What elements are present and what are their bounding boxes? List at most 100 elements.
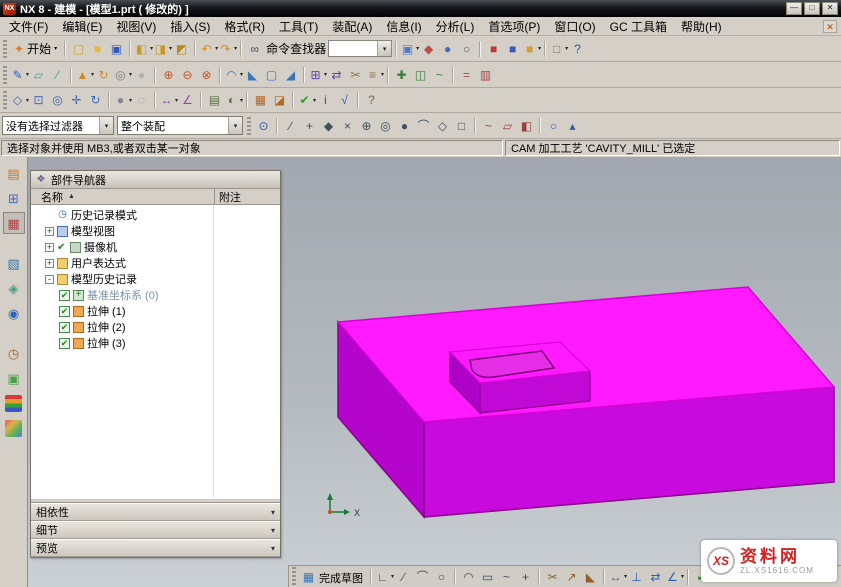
- hole-icon[interactable]: ◎▾: [113, 65, 132, 84]
- toolbar-grip[interactable]: [3, 66, 7, 84]
- help-icon[interactable]: ?: [568, 39, 587, 58]
- name-column-header[interactable]: 名称: [41, 189, 63, 205]
- menu-item[interactable]: 插入(S): [163, 16, 217, 37]
- line-icon[interactable]: ∕: [394, 567, 413, 586]
- process-studio-icon[interactable]: ▣: [3, 367, 25, 389]
- measure-distance-icon[interactable]: ↔▾: [159, 91, 178, 110]
- quick-extend-icon[interactable]: ↗: [562, 567, 581, 586]
- web-browser-icon[interactable]: ◉: [3, 302, 25, 324]
- dropdown-arrow-icon[interactable]: ▾: [377, 41, 391, 56]
- section-view-icon[interactable]: ◪: [270, 91, 289, 110]
- rotate-view-icon[interactable]: ↻: [86, 91, 105, 110]
- window-icon[interactable]: ▣▾: [400, 39, 419, 58]
- view-orient-icon[interactable]: ◆: [419, 39, 438, 58]
- feature-checkbox[interactable]: ✔: [59, 306, 70, 317]
- layer-settings-icon[interactable]: ▤: [205, 91, 224, 110]
- undo-icon[interactable]: ↶▾: [199, 39, 218, 58]
- rapid-dimension-icon[interactable]: ↔▾: [608, 567, 627, 586]
- offset-icon[interactable]: ≡▾: [365, 65, 384, 84]
- feature-checkbox[interactable]: ✔: [59, 322, 70, 333]
- toolbar-grip[interactable]: [3, 91, 7, 109]
- red-cube-icon[interactable]: ■: [484, 39, 503, 58]
- sketch-icon[interactable]: ✎▾: [10, 65, 29, 84]
- command-finder-label[interactable]: 命令查找器: [266, 40, 326, 57]
- shaded-display-icon[interactable]: ●: [438, 39, 457, 58]
- finish-sketch-label[interactable]: 完成草图: [319, 570, 363, 586]
- snap-quadrant-icon[interactable]: ◎: [376, 116, 395, 135]
- menu-item[interactable]: 分析(L): [429, 16, 482, 37]
- extrude-icon[interactable]: ▲▾: [75, 65, 94, 84]
- chevron-down-icon[interactable]: ▾: [271, 544, 275, 553]
- show-hide-icon[interactable]: ◐▾: [224, 91, 243, 110]
- zoom-icon[interactable]: ◎: [48, 91, 67, 110]
- new-file-icon[interactable]: ▢: [69, 39, 88, 58]
- menu-item[interactable]: 首选项(P): [481, 16, 547, 37]
- menu-item[interactable]: 文件(F): [2, 16, 55, 37]
- snap-enable-icon[interactable]: ⊙: [254, 116, 273, 135]
- snapshot-icon[interactable]: ▦: [251, 91, 270, 110]
- menu-item[interactable]: 编辑(E): [55, 16, 109, 37]
- point-icon[interactable]: +: [516, 567, 535, 586]
- snap-grid-icon[interactable]: □: [452, 116, 471, 135]
- menu-item[interactable]: 视图(V): [109, 16, 163, 37]
- dropdown-arrow-icon[interactable]: ▾: [240, 97, 243, 104]
- details-section[interactable]: 细节▾: [31, 521, 280, 539]
- selection-filter-combo[interactable]: 没有选择过滤器 ▾: [2, 116, 114, 135]
- snap-control-point-icon[interactable]: ◆: [319, 116, 338, 135]
- show-constraints-icon[interactable]: ∠▾: [665, 567, 684, 586]
- snap-point-on-curve-icon[interactable]: ⌒: [414, 116, 433, 135]
- feature-checkbox[interactable]: ✔: [59, 290, 70, 301]
- blue-cube-icon[interactable]: ■: [503, 39, 522, 58]
- expand-toggle-icon[interactable]: +: [45, 227, 54, 236]
- information-icon[interactable]: i: [316, 91, 335, 110]
- unite-icon[interactable]: ⊕: [159, 65, 178, 84]
- studio-spline-icon[interactable]: ~: [497, 567, 516, 586]
- tree-item-extrude-2[interactable]: ✔拉伸 (2): [31, 319, 280, 335]
- finish-sketch-icon[interactable]: ▦: [299, 567, 318, 586]
- hd3d-tools-icon[interactable]: ◈: [3, 277, 25, 299]
- snap-endpoint-icon[interactable]: ∕: [281, 116, 300, 135]
- visual-report-icon[interactable]: ▥: [476, 65, 495, 84]
- top-selection-icon[interactable]: ▴: [563, 116, 582, 135]
- tree-item-model-history[interactable]: -模型历史记录: [31, 271, 280, 287]
- chamfer-icon[interactable]: ◣: [243, 65, 262, 84]
- titlebar[interactable]: NX NX 8 - 建模 - [模型1.prt ( 修改的) ] — □ ✕: [0, 0, 841, 17]
- work-part-icon[interactable]: ◨▾: [153, 39, 172, 58]
- open-icon[interactable]: ■: [88, 39, 107, 58]
- wireframe-mode-icon[interactable]: ◌: [132, 91, 151, 110]
- revolve-icon[interactable]: ↻: [94, 65, 113, 84]
- snap-arc-center-icon[interactable]: ⊕: [357, 116, 376, 135]
- constraint-navigator-icon[interactable]: ⊞: [3, 187, 25, 209]
- tree-item-model-views[interactable]: +模型视图: [31, 223, 280, 239]
- arc-icon[interactable]: ⌒: [413, 567, 432, 586]
- subtract-icon[interactable]: ⊖: [178, 65, 197, 84]
- select-curve-icon[interactable]: ~: [479, 116, 498, 135]
- command-finder-input[interactable]: ▾: [328, 40, 392, 57]
- collapse-toggle-icon[interactable]: -: [45, 275, 54, 284]
- restore-button[interactable]: □: [804, 2, 820, 15]
- make-corner-icon[interactable]: ◣: [581, 567, 600, 586]
- geometric-constraints-icon[interactable]: ⊥: [627, 567, 646, 586]
- child-window-close-button[interactable]: ✕: [823, 20, 837, 33]
- part-navigator-icon[interactable]: ▦: [3, 212, 25, 234]
- menu-item[interactable]: GC 工具箱: [603, 16, 674, 37]
- tree-item-history-mode[interactable]: ◷历史记录模式: [31, 207, 280, 223]
- expression-icon[interactable]: =: [457, 65, 476, 84]
- dropdown-arrow-icon[interactable]: ▾: [99, 117, 113, 134]
- start-button[interactable]: ✦ 开始 ▾: [10, 39, 61, 58]
- gold-cube-icon[interactable]: ■▾: [522, 39, 541, 58]
- toolbar-grip[interactable]: [3, 40, 7, 58]
- tree-item-user-expressions[interactable]: +用户表达式: [31, 255, 280, 271]
- fit-view-icon[interactable]: ⊡: [29, 91, 48, 110]
- menu-item[interactable]: 窗口(O): [547, 16, 602, 37]
- tree-item-extrude-1[interactable]: ✔拉伸 (1): [31, 303, 280, 319]
- snap-intersection-icon[interactable]: ×: [338, 116, 357, 135]
- customize-icon[interactable]: □▾: [549, 39, 568, 58]
- analysis-icon[interactable]: √: [335, 91, 354, 110]
- pan-icon[interactable]: ✛: [67, 91, 86, 110]
- circle-icon[interactable]: ○: [432, 567, 451, 586]
- select-body-icon[interactable]: ◧: [517, 116, 536, 135]
- reuse-library-icon[interactable]: ▧: [3, 252, 25, 274]
- body-display-icon[interactable]: ◩: [172, 39, 191, 58]
- note-column-header[interactable]: 附注: [214, 189, 280, 204]
